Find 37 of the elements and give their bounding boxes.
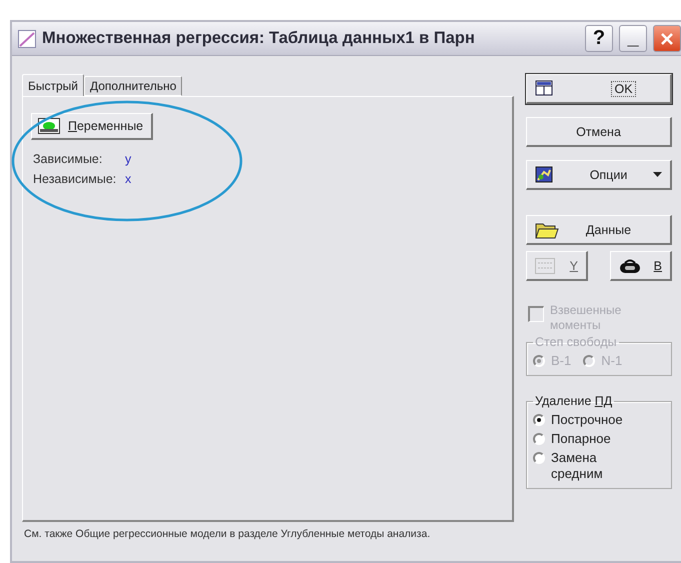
checkbox-label: Взвешенные моменты bbox=[550, 303, 622, 333]
app-icon bbox=[18, 30, 36, 48]
radio-button[interactable] bbox=[533, 452, 545, 464]
radio-label: Построчное bbox=[551, 412, 624, 428]
data-button[interactable]: Данные bbox=[526, 215, 672, 245]
minimize-button[interactable]: _ bbox=[619, 25, 647, 52]
radio-button[interactable] bbox=[533, 414, 545, 426]
weight-button[interactable]: B bbox=[610, 251, 672, 281]
tab[interactable]: Быстрый bbox=[22, 74, 84, 96]
select-cases-icon bbox=[535, 258, 555, 274]
radio-label: N-1 bbox=[601, 353, 622, 369]
window-title: Множественная регрессия: Таблица данных1 в Парн bbox=[42, 29, 476, 48]
group-title: Степ свободы bbox=[534, 335, 618, 349]
options-button[interactable]: Опции bbox=[526, 160, 672, 190]
chart-icon bbox=[535, 166, 553, 183]
ok-button[interactable]: OK bbox=[526, 74, 672, 104]
table-icon bbox=[535, 80, 553, 96]
radio-label: Попарное bbox=[551, 431, 612, 447]
variable-label: Независимые: bbox=[33, 172, 118, 186]
cancel-button[interactable]: Отмена bbox=[526, 117, 672, 147]
variables-button[interactable]: Переменные bbox=[31, 113, 154, 140]
status-text: См. также Общие регрессионные модели в разделе Углубленные методы анализа. bbox=[23, 527, 432, 541]
caret-icon bbox=[653, 172, 662, 177]
radio-button[interactable] bbox=[533, 433, 545, 445]
variable-value: y bbox=[125, 152, 132, 166]
radio-label: Замена средним bbox=[551, 450, 604, 482]
variables-icon bbox=[38, 118, 60, 134]
folder-icon bbox=[535, 221, 559, 239]
help-button[interactable]: ? bbox=[585, 25, 613, 52]
close-icon bbox=[660, 32, 674, 46]
variable-label: Зависимые: bbox=[33, 152, 104, 166]
group-title: Удаление ПД bbox=[534, 394, 614, 408]
radio-label: В-1 bbox=[551, 353, 572, 369]
close-button[interactable] bbox=[653, 25, 681, 52]
tab[interactable]: Дополнительно bbox=[84, 76, 182, 96]
variable-value: x bbox=[125, 172, 132, 186]
weight-icon bbox=[619, 258, 641, 274]
